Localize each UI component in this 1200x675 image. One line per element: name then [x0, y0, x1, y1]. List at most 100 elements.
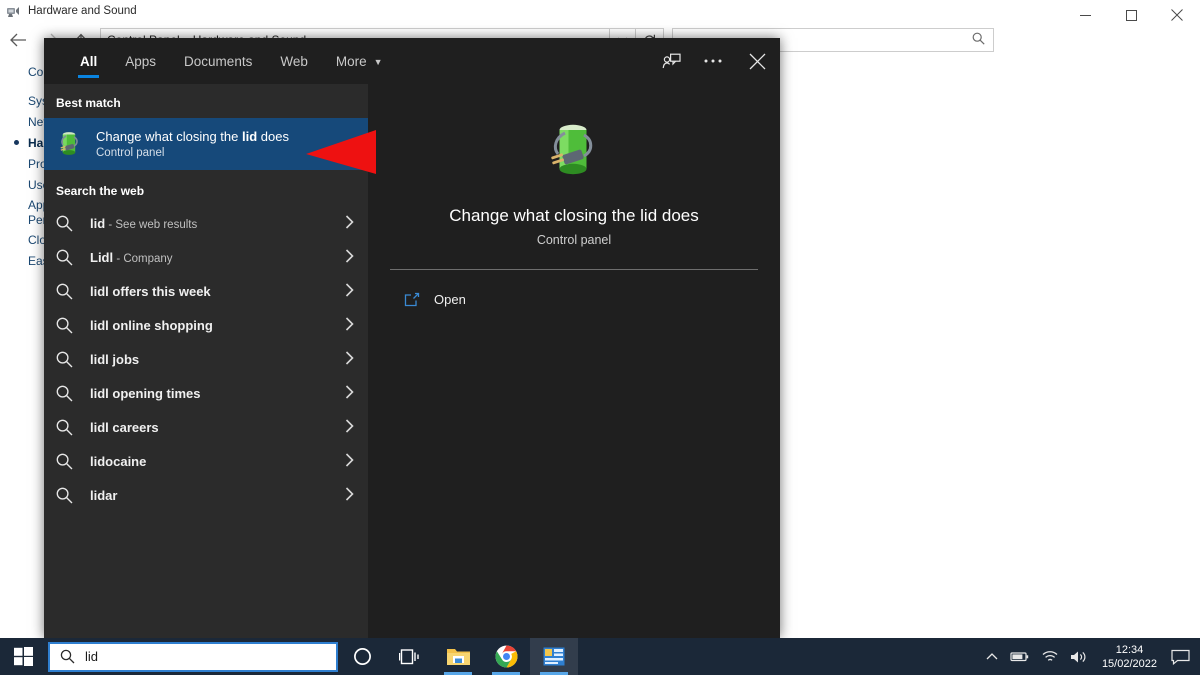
tab-all-label: All	[80, 53, 98, 69]
web-result-row[interactable]: lidl careers	[44, 410, 368, 444]
clock-time: 12:34	[1115, 643, 1144, 656]
window-title: Hardware and Sound	[28, 5, 137, 17]
search-icon	[56, 317, 90, 334]
web-result-rest: l jobs	[105, 351, 140, 367]
web-result-label: lid - See web results	[90, 216, 345, 231]
back-arrow-icon[interactable]	[0, 22, 36, 58]
web-result-label: lidl jobs	[90, 352, 345, 367]
taskbar-search-input[interactable]: lid	[48, 641, 338, 672]
control-panel-icon[interactable]	[530, 638, 578, 675]
web-result-row[interactable]: lidar	[44, 478, 368, 512]
search-icon	[972, 32, 985, 48]
search-icon	[56, 351, 90, 368]
web-result-query-match: Lid	[90, 249, 110, 265]
taskbar-search-value: lid	[85, 649, 99, 664]
search-flyout-body: Best match Change what closing the lid d…	[44, 84, 780, 638]
volume-icon[interactable]	[1064, 638, 1094, 675]
search-flyout-header: All Apps Documents Web More ▼	[44, 38, 780, 84]
clock-date: 15/02/2022	[1101, 657, 1157, 670]
web-result-query-match: lid	[90, 487, 106, 503]
open-action-button[interactable]: Open	[380, 282, 768, 316]
web-result-label: Lidl - Company	[90, 250, 345, 265]
search-tabs: All Apps Documents Web More ▼	[66, 38, 397, 84]
web-result-rest: l online shopping	[105, 317, 213, 333]
windows-start-icon[interactable]	[0, 638, 46, 675]
tab-documents[interactable]: Documents	[170, 38, 266, 84]
best-match-title-suffix: does	[257, 128, 289, 144]
chevron-right-icon[interactable]	[345, 384, 360, 402]
wifi-icon[interactable]	[1035, 638, 1064, 675]
chevron-right-icon[interactable]	[345, 452, 360, 470]
chevron-right-icon[interactable]	[345, 350, 360, 368]
search-icon	[60, 649, 75, 664]
google-chrome-icon[interactable]	[482, 638, 530, 675]
web-result-suffix: - Company	[113, 252, 173, 265]
web-result-rest: l opening times	[105, 385, 201, 401]
tab-more[interactable]: More ▼	[322, 38, 397, 84]
tab-all[interactable]: All	[66, 38, 111, 84]
system-tray: 12:34 15/02/2022	[980, 638, 1200, 675]
action-center-icon[interactable]	[1165, 638, 1196, 675]
open-external-icon	[404, 292, 420, 307]
search-icon	[56, 453, 90, 470]
tab-more-label: More	[335, 53, 367, 69]
web-result-query-match: lid	[90, 385, 106, 401]
battery-power-icon	[543, 118, 605, 184]
best-match-title-highlight: lid	[241, 128, 258, 144]
preview-title: Change what closing the lid does	[449, 206, 699, 225]
battery-icon[interactable]	[1004, 638, 1035, 675]
web-result-row[interactable]: Lidl - Company	[44, 240, 368, 274]
battery-power-icon	[56, 129, 84, 159]
web-result-label: lidl online shopping	[90, 318, 345, 333]
chevron-right-icon[interactable]	[345, 248, 360, 266]
web-result-label: lidl offers this week	[90, 284, 345, 299]
task-view-icon[interactable]	[386, 638, 434, 675]
feedback-icon[interactable]	[650, 38, 692, 84]
clock[interactable]: 12:34 15/02/2022	[1094, 638, 1165, 675]
chevron-right-icon[interactable]	[345, 486, 360, 504]
web-result-row[interactable]: lidl jobs	[44, 342, 368, 376]
preview-card: Change what closing the lid does Control…	[380, 92, 768, 247]
web-result-rest: l careers	[105, 419, 159, 435]
arrow-best-match	[306, 130, 376, 174]
chevron-right-icon[interactable]	[345, 214, 360, 232]
preview-subtitle: Control panel	[536, 233, 612, 247]
web-result-suffix: - See web results	[105, 218, 198, 231]
web-result-query-match: lid	[90, 317, 106, 333]
tab-web-label: Web	[280, 53, 308, 69]
web-result-row[interactable]: lid - See web results	[44, 206, 368, 240]
web-result-query-match: lid	[90, 351, 106, 367]
web-result-label: lidar	[90, 488, 345, 503]
web-result-label: lidocaine	[90, 454, 345, 469]
hardware-sound-icon	[6, 4, 23, 19]
close-icon[interactable]	[734, 38, 780, 84]
result-preview-panel: Change what closing the lid does Control…	[368, 84, 780, 638]
web-result-row[interactable]: lidl offers this week	[44, 274, 368, 308]
taskbar: lid 12:34 15/02/2022	[0, 638, 1200, 675]
chevron-down-icon: ▼	[373, 57, 383, 67]
web-result-row[interactable]: lidocaine	[44, 444, 368, 478]
tab-apps[interactable]: Apps	[111, 38, 170, 84]
search-icon	[56, 385, 90, 402]
tab-web[interactable]: Web	[266, 38, 322, 84]
search-icon	[56, 215, 90, 232]
web-result-row[interactable]: lidl opening times	[44, 376, 368, 410]
best-match-subtitle: Control panel	[96, 146, 165, 159]
chevron-up-icon[interactable]	[980, 638, 1004, 675]
web-result-label: lidl careers	[90, 420, 345, 435]
file-explorer-icon[interactable]	[434, 638, 482, 675]
search-icon	[56, 419, 90, 436]
web-result-rest: ar	[105, 487, 118, 503]
more-options-icon[interactable]	[692, 38, 734, 84]
chevron-right-icon[interactable]	[345, 282, 360, 300]
windows-search-flyout: All Apps Documents Web More ▼ Best match…	[44, 38, 780, 638]
tab-documents-label: Documents	[184, 53, 253, 69]
chevron-right-icon[interactable]	[345, 316, 360, 334]
chevron-right-icon[interactable]	[345, 418, 360, 436]
search-icon	[56, 249, 90, 266]
web-result-rest: ocaine	[105, 453, 147, 469]
web-result-query-match: lid	[90, 419, 106, 435]
web-result-rest: l offers this week	[105, 283, 211, 299]
cortana-icon[interactable]	[338, 638, 386, 675]
web-result-row[interactable]: lidl online shopping	[44, 308, 368, 342]
